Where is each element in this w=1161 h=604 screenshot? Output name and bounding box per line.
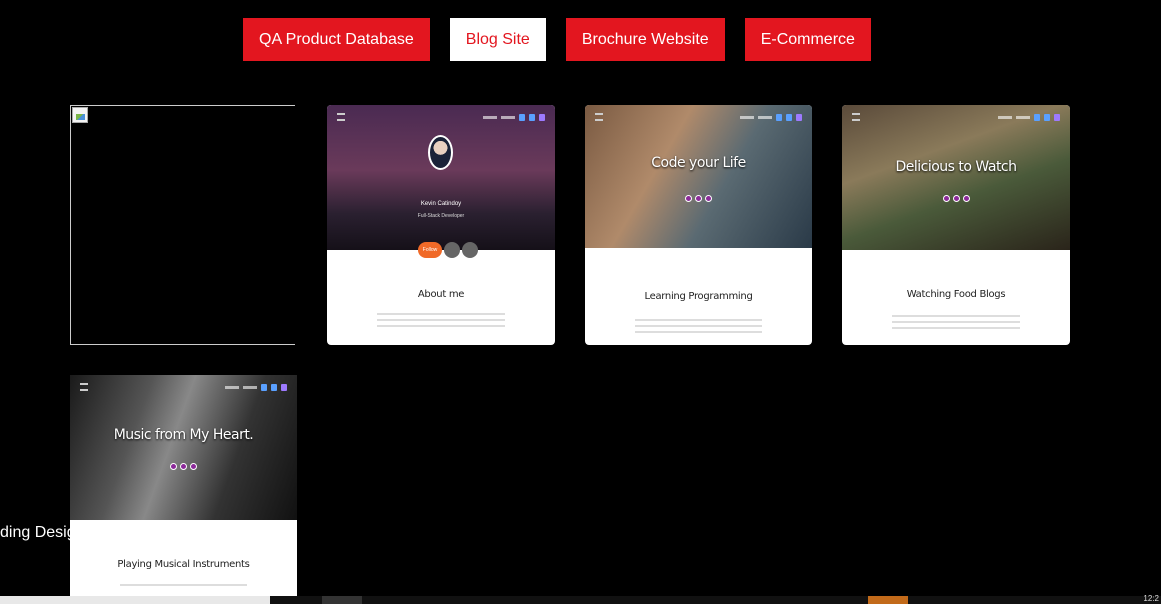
food-blog-card[interactable]: Delicious to Watch Watching Food Blogs [842,105,1070,345]
portfolio-role: Full-Stack Developer [417,213,465,219]
food-mini-nav [852,113,1060,121]
os-taskbar: 12:2 [0,594,1161,604]
taskbar-search-field[interactable] [0,596,270,604]
portfolio-blog-card[interactable]: Kevin Catindoy Full-Stack Developer Foll… [327,105,555,345]
category-filter-bar: QA Product Database Blog Site Brochure W… [243,18,871,61]
broken-image-icon [72,107,88,123]
portfolio-name: Kevin Catindoy [420,201,462,207]
social-icon[interactable] [462,242,478,258]
coding-mini-nav [595,113,802,121]
portfolio-hero-image: Kevin Catindoy Full-Stack Developer [327,105,555,250]
section-title: Learning Programming [644,291,753,302]
music-blog-card[interactable]: Music from My Heart. Playing Musical Ins… [70,375,297,600]
menu-icon [80,383,88,391]
follow-button[interactable]: Follow [418,242,442,258]
section-title: Playing Musical Instruments [117,559,250,570]
filter-brochure-website-button[interactable]: Brochure Website [565,18,725,61]
section-title: About me [417,289,465,300]
menu-icon [852,113,860,121]
menu-icon [595,113,603,121]
hero-title: Music from My Heart. [113,427,254,443]
portfolio-mini-nav [337,113,545,121]
social-icon[interactable] [444,242,460,258]
section-title: Watching Food Blogs [906,289,1006,300]
coding-hero-image: Code your Life [585,105,812,248]
avatar [428,135,453,170]
music-mini-nav [80,383,287,391]
filter-qa-product-database-button[interactable]: QA Product Database [243,18,430,61]
menu-icon [337,113,345,121]
food-hero-image: Delicious to Watch [842,105,1070,250]
taskbar-clock: 12:2 [1143,594,1159,603]
coding-blog-card[interactable]: Code your Life Learning Programming [585,105,812,345]
clipped-side-text: ding Desig [0,524,76,541]
filter-blog-site-button[interactable]: Blog Site [449,18,546,61]
music-hero-image: Music from My Heart. [70,375,297,520]
taskbar-app-icon[interactable] [868,596,908,604]
filter-e-commerce-button[interactable]: E-Commerce [744,18,871,61]
broken-image-card[interactable] [70,105,295,345]
hero-title: Code your Life [651,155,746,171]
hero-title: Delicious to Watch [895,159,1017,175]
taskbar-app-icon[interactable] [322,596,362,604]
